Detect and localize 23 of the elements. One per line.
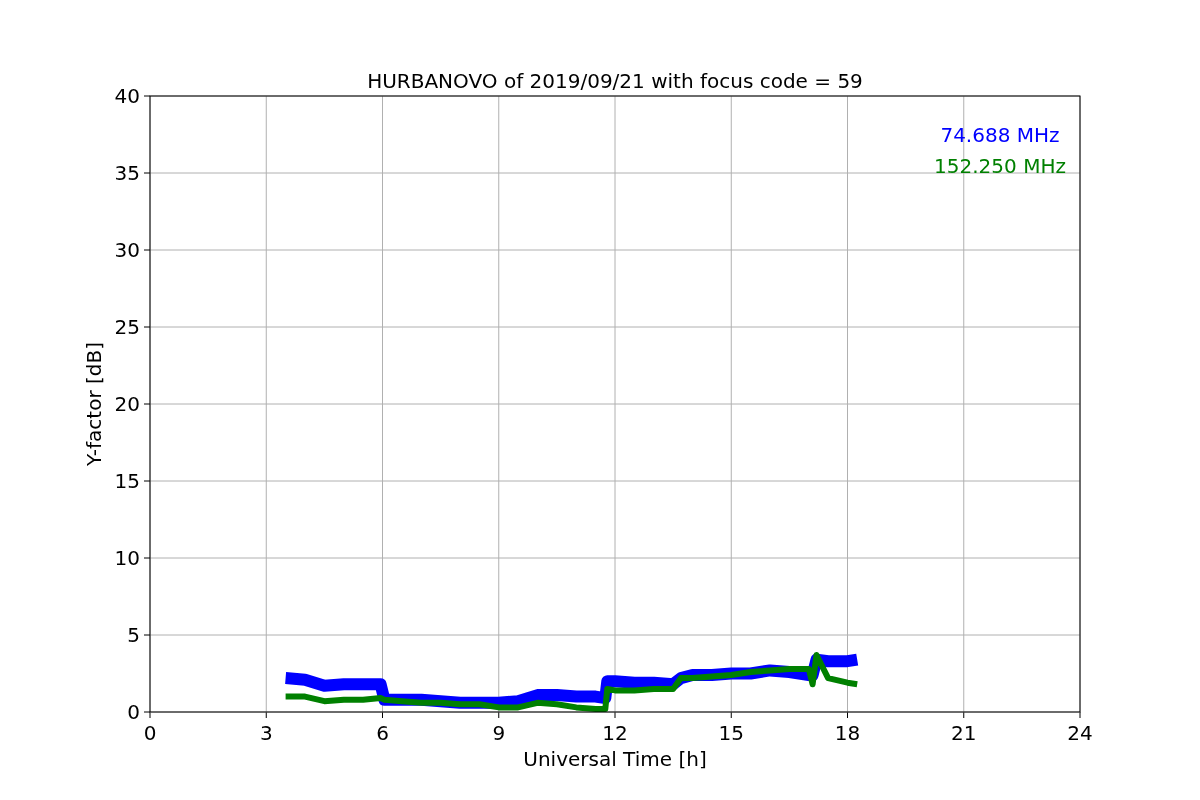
x-tick-label: 12 <box>602 721 628 745</box>
chart-title: HURBANOVO of 2019/09/21 with focus code = 59 <box>367 69 863 93</box>
y-tick-label: 20 <box>114 392 140 416</box>
y-axis-label: Y-factor [dB] <box>82 342 106 466</box>
x-tick-label: 3 <box>259 721 273 745</box>
legend-label: 152.250 MHz <box>934 154 1066 178</box>
y-tick-label: 15 <box>114 469 140 493</box>
y-tick-label: 35 <box>114 161 140 185</box>
x-tick-label: 24 <box>1067 721 1093 745</box>
x-axis-label: Universal Time [h] <box>523 747 707 771</box>
x-tick-label: 6 <box>376 721 389 745</box>
x-tick-label: 0 <box>143 721 157 745</box>
y-tick-label: 25 <box>114 315 140 339</box>
y-tick-label: 0 <box>127 700 140 724</box>
x-tick-label: 9 <box>492 721 506 745</box>
x-tick-label: 21 <box>951 721 977 745</box>
x-tick-label: 18 <box>834 721 861 745</box>
x-tick-label: 15 <box>718 721 744 745</box>
y-tick-label: 40 <box>114 84 140 108</box>
y-tick-label: 10 <box>114 546 140 570</box>
legend-label: 74.688 MHz <box>940 123 1060 147</box>
y-tick-label: 5 <box>127 623 140 647</box>
y-tick-label: 30 <box>114 238 140 262</box>
